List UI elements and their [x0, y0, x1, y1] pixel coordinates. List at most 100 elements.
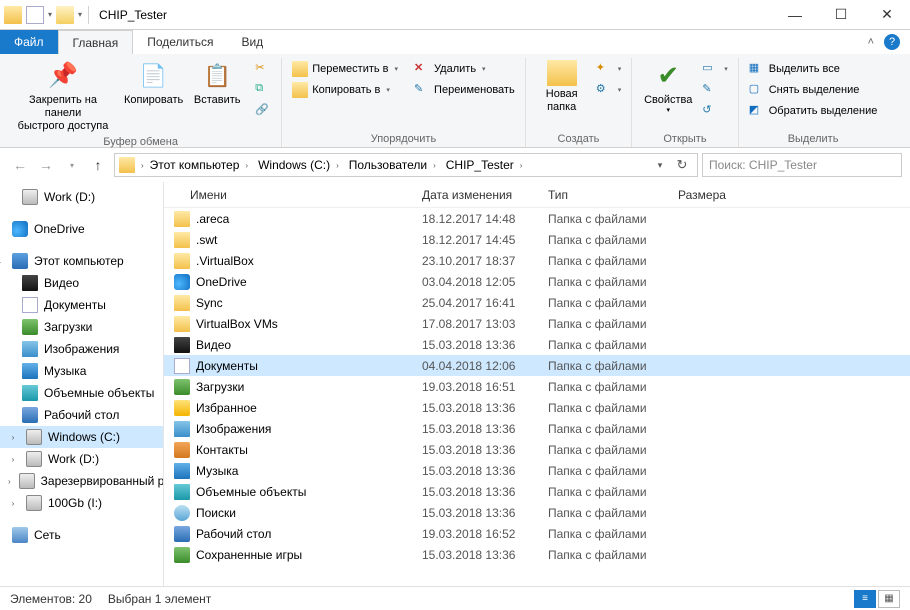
file-row[interactable]: Документы04.04.2018 12:06Папка с файлами [164, 355, 910, 376]
qat-properties-icon[interactable] [26, 6, 44, 24]
move-to-button[interactable]: Переместить в▾ [288, 60, 402, 78]
file-row[interactable]: .swt18.12.2017 14:45Папка с файлами [164, 229, 910, 250]
address-dropdown-icon[interactable]: ▾ [649, 154, 671, 176]
qat-overflow-icon[interactable]: ▾ [78, 10, 82, 19]
copy-button[interactable]: 📄 Копировать [120, 58, 187, 109]
file-type: Папка с файлами [540, 233, 670, 247]
tab-home[interactable]: Главная [58, 30, 134, 54]
view-details-button[interactable]: ≡ [854, 590, 876, 608]
view-icons-button[interactable]: ▦ [878, 590, 900, 608]
file-icon [174, 547, 190, 563]
forward-button[interactable]: → [34, 153, 58, 177]
file-icon [174, 274, 190, 290]
copy-path-button[interactable]: ⧉ [251, 81, 275, 99]
nav-100gb[interactable]: ›100Gb (I:) [0, 492, 163, 514]
delete-button[interactable]: ✕Удалить▾ [410, 60, 519, 78]
file-row[interactable]: .areca18.12.2017 14:48Папка с файлами [164, 208, 910, 229]
nav-work-d[interactable]: Work (D:) [0, 186, 163, 208]
file-row[interactable]: Поиски15.03.2018 13:36Папка с файлами [164, 502, 910, 523]
file-date: 23.10.2017 18:37 [414, 254, 540, 268]
file-row[interactable]: Контакты15.03.2018 13:36Папка с файлами [164, 439, 910, 460]
file-row[interactable]: VirtualBox VMs17.08.2017 13:03Папка с фа… [164, 313, 910, 334]
history-button[interactable]: ↺ [698, 102, 732, 120]
file-row[interactable]: OneDrive03.04.2018 12:05Папка с файлами [164, 271, 910, 292]
file-date: 03.04.2018 12:05 [414, 275, 540, 289]
file-row[interactable]: Музыка15.03.2018 13:36Папка с файлами [164, 460, 910, 481]
file-type: Папка с файлами [540, 464, 670, 478]
ribbon-collapse-icon[interactable]: ˄ [868, 36, 874, 48]
paste-button[interactable]: 📋 Вставить [187, 58, 247, 109]
new-folder-button[interactable]: Новая папка [532, 58, 592, 116]
pin-button[interactable]: 📌 Закрепить на панели быстрого доступа [6, 58, 120, 136]
chevron-down-icon[interactable]: ▾ [48, 10, 52, 19]
back-button[interactable]: ← [8, 153, 32, 177]
nav-documents[interactable]: Документы [0, 294, 163, 316]
select-all-button[interactable]: ▦Выделить все [745, 60, 882, 78]
paste-shortcut-button[interactable]: 🔗 [251, 102, 275, 120]
file-date: 15.03.2018 13:36 [414, 338, 540, 352]
file-row[interactable]: Избранное15.03.2018 13:36Папка с файлами [164, 397, 910, 418]
easy-access-button[interactable]: ⚙▾ [592, 81, 626, 99]
file-date: 18.12.2017 14:45 [414, 233, 540, 247]
nav-3d-objects[interactable]: Объемные объекты [0, 382, 163, 404]
file-row[interactable]: .VirtualBox23.10.2017 18:37Папка с файла… [164, 250, 910, 271]
select-none-button[interactable]: ▢Снять выделение [745, 81, 882, 99]
file-row[interactable]: Sync25.04.2017 16:41Папка с файлами [164, 292, 910, 313]
crumb-0[interactable]: Этот компьютер› [146, 158, 252, 172]
edit-button[interactable]: ✎ [698, 81, 732, 99]
nav-videos[interactable]: Видео [0, 272, 163, 294]
chevron-right-icon[interactable]: › [141, 161, 144, 170]
column-headers[interactable]: Имени Дата изменения Тип Размера [164, 182, 910, 208]
search-input[interactable]: Поиск: CHIP_Tester [702, 153, 902, 177]
invert-selection-button[interactable]: ◩Обратить выделение [745, 102, 882, 120]
file-icon [174, 316, 190, 332]
maximize-button[interactable]: ☐ [818, 0, 864, 30]
nav-music[interactable]: Музыка [0, 360, 163, 382]
open-button[interactable]: ▭▾ [698, 60, 732, 78]
file-row[interactable]: Объемные объекты15.03.2018 13:36Папка с … [164, 481, 910, 502]
nav-downloads[interactable]: Загрузки [0, 316, 163, 338]
file-row[interactable]: Рабочий стол19.03.2018 16:52Папка с файл… [164, 523, 910, 544]
close-button[interactable]: ✕ [864, 0, 910, 30]
file-row[interactable]: Изображения15.03.2018 13:36Папка с файла… [164, 418, 910, 439]
qat-open-icon[interactable] [56, 6, 74, 24]
tab-view[interactable]: Вид [227, 30, 277, 54]
file-icon [174, 295, 190, 311]
nav-desktop[interactable]: Рабочий стол [0, 404, 163, 426]
new-item-button[interactable]: ✦▾ [592, 60, 626, 78]
recent-button[interactable]: ▾ [60, 153, 84, 177]
file-row[interactable]: Сохраненные игры15.03.2018 13:36Папка с … [164, 544, 910, 565]
nav-onedrive[interactable]: ›OneDrive [0, 218, 163, 240]
breadcrumb[interactable]: › Этот компьютер› Windows (C:)› Пользова… [114, 153, 698, 177]
help-icon[interactable]: ? [884, 34, 900, 50]
window-title: CHIP_Tester [99, 8, 167, 22]
tab-file[interactable]: Файл [0, 30, 58, 54]
file-row[interactable]: Загрузки19.03.2018 16:51Папка с файлами [164, 376, 910, 397]
rename-button[interactable]: ✎Переименовать [410, 81, 519, 99]
crumb-3[interactable]: CHIP_Tester› [442, 158, 527, 172]
file-date: 18.12.2017 14:48 [414, 212, 540, 226]
col-type: Тип [540, 188, 670, 202]
refresh-button[interactable]: ↻ [671, 154, 693, 176]
nav-this-pc[interactable]: ⌄Этот компьютер [0, 250, 163, 272]
tab-share[interactable]: Поделиться [133, 30, 227, 54]
crumb-1[interactable]: Windows (C:)› [254, 158, 343, 172]
col-size: Размера [670, 188, 750, 202]
group-open-label: Открыть [638, 133, 732, 147]
ribbon-tabs: Файл Главная Поделиться Вид ˄ ? [0, 30, 910, 54]
file-type: Папка с файлами [540, 506, 670, 520]
copy-to-button[interactable]: Копировать в▾ [288, 81, 402, 99]
up-button[interactable]: ↑ [86, 153, 110, 177]
minimize-button[interactable]: — [772, 0, 818, 30]
file-icon [174, 421, 190, 437]
properties-button[interactable]: ✔ Свойства▾ [638, 58, 698, 118]
file-name: Документы [196, 359, 258, 373]
nav-work-d-2[interactable]: ›Work (D:) [0, 448, 163, 470]
nav-windows-c[interactable]: ›Windows (C:) [0, 426, 163, 448]
crumb-2[interactable]: Пользователи› [345, 158, 440, 172]
nav-reserved[interactable]: ›Зарезервированный раздел [0, 470, 163, 492]
file-row[interactable]: Видео15.03.2018 13:36Папка с файлами [164, 334, 910, 355]
nav-network[interactable]: ›Сеть [0, 524, 163, 546]
cut-button[interactable]: ✂ [251, 60, 275, 78]
nav-pictures[interactable]: Изображения [0, 338, 163, 360]
